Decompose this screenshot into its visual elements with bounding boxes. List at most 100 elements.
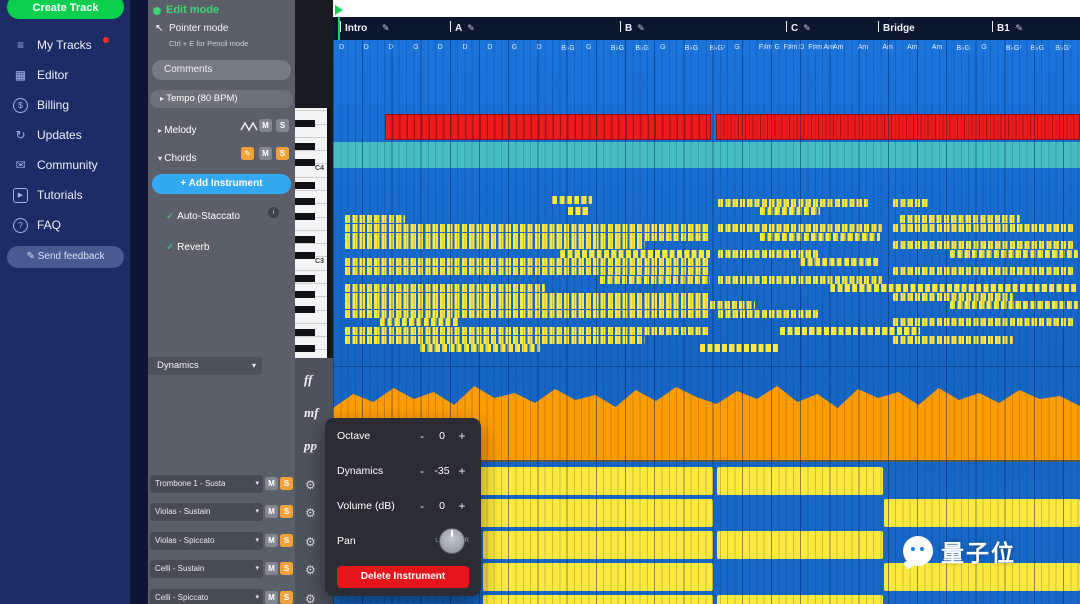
instrument-mute-button[interactable]: M — [265, 591, 278, 604]
note-strip[interactable] — [950, 301, 1078, 309]
note-strip[interactable] — [600, 276, 710, 284]
edit-section-icon[interactable]: ✎ — [382, 23, 390, 34]
sidebar-item-tutorials[interactable]: ▶ Tutorials — [0, 180, 130, 210]
note-strip[interactable] — [568, 207, 590, 215]
clip-yellow[interactable] — [483, 563, 713, 591]
send-feedback-button[interactable]: ✎ Send feedback — [7, 246, 124, 268]
note-strip[interactable] — [893, 199, 929, 207]
volume-decrease-button[interactable]: - — [415, 499, 429, 513]
note-strip[interactable] — [345, 258, 710, 266]
section-label[interactable]: Bridge — [883, 23, 915, 34]
note-strip[interactable] — [893, 336, 1013, 344]
auto-staccato-row[interactable]: ✓ Auto-Staccato — [166, 206, 240, 224]
note-strip[interactable] — [345, 267, 710, 275]
note-strip[interactable] — [345, 301, 755, 309]
note-strip[interactable] — [760, 233, 880, 241]
instrument-solo-button[interactable]: S — [280, 505, 293, 518]
timeline-ruler[interactable]: Intro ✎ A ✎ B ✎ C ✎ Bridge B1 ✎ — [333, 17, 1080, 40]
edit-section-icon[interactable]: ✎ — [467, 23, 475, 34]
note-strip[interactable] — [830, 284, 1078, 292]
delete-instrument-button[interactable]: Delete Instrument — [337, 566, 469, 588]
note-strip[interactable] — [345, 233, 710, 241]
reverb-row[interactable]: ✓ Reverb — [166, 237, 209, 255]
instrument-mute-button[interactable]: M — [265, 477, 278, 490]
clip-yellow[interactable] — [717, 595, 883, 604]
instrument-selector[interactable]: Celli - Sustain ▾ — [150, 560, 263, 578]
dynamics-dropdown[interactable]: Dynamics ▾ — [148, 357, 262, 375]
edit-section-icon[interactable]: ✎ — [803, 23, 811, 34]
instrument-mute-button[interactable]: M — [265, 505, 278, 518]
note-strip[interactable] — [345, 310, 710, 318]
comments-button[interactable]: Comments — [152, 60, 291, 80]
sidebar-item-billing[interactable]: $ Billing — [0, 90, 130, 120]
note-strip[interactable] — [760, 207, 820, 215]
chords-mute-button[interactable]: M — [259, 147, 272, 160]
chords-track-row[interactable]: ▾ Chords — [158, 148, 197, 166]
note-strip[interactable] — [718, 224, 882, 232]
melody-solo-button[interactable]: S — [276, 119, 289, 132]
clip-yellow[interactable] — [884, 499, 1080, 527]
instrument-solo-button[interactable]: S — [280, 591, 293, 604]
chords-solo-button[interactable]: S — [276, 147, 289, 160]
instrument-settings-icon[interactable]: ⚙ — [305, 535, 316, 549]
note-strip[interactable] — [420, 344, 540, 352]
instrument-selector[interactable]: Trombone 1 - Susta ▾ — [150, 475, 263, 493]
playhead-marker-icon[interactable] — [335, 5, 343, 15]
volume-increase-button[interactable]: + — [455, 499, 469, 513]
note-strip[interactable] — [560, 250, 710, 258]
marker-clip[interactable] — [385, 114, 711, 140]
section-label[interactable]: A — [455, 23, 462, 34]
note-strip[interactable] — [893, 241, 1073, 249]
section-label[interactable]: Intro — [345, 23, 367, 34]
note-strip[interactable] — [893, 318, 1073, 326]
sidebar-item-my-tracks[interactable]: ≡ My Tracks — [0, 30, 130, 60]
note-strip[interactable] — [345, 224, 710, 232]
instrument-settings-icon[interactable]: ⚙ — [305, 563, 316, 577]
pan-knob[interactable] — [438, 528, 465, 554]
note-strip[interactable] — [950, 250, 1078, 258]
piano-keyboard[interactable]: C4 C3 — [295, 108, 330, 358]
instrument-selector[interactable]: Violas - Sustain ▾ — [150, 503, 263, 521]
clip-yellow[interactable] — [483, 595, 713, 604]
note-strip[interactable] — [800, 258, 880, 266]
section-label[interactable]: B1 — [997, 23, 1010, 34]
instrument-settings-icon[interactable]: ⚙ — [305, 506, 316, 520]
edit-section-icon[interactable]: ✎ — [1015, 23, 1023, 34]
create-track-button[interactable]: Create Track — [7, 0, 124, 19]
section-label[interactable]: B — [625, 23, 632, 34]
instrument-solo-button[interactable]: S — [280, 534, 293, 547]
clip-yellow[interactable] — [717, 531, 883, 559]
chords-pencil-button[interactable]: ✎ — [241, 147, 254, 160]
tempo-button[interactable]: ▸ Tempo (80 BPM) — [150, 90, 293, 108]
instrument-solo-button[interactable]: S — [280, 562, 293, 575]
instrument-settings-icon[interactable]: ⚙ — [305, 478, 316, 492]
add-instrument-button[interactable]: + Add Instrument — [152, 174, 291, 194]
clip-yellow[interactable] — [483, 531, 713, 559]
note-strip[interactable] — [780, 327, 920, 335]
note-strip[interactable] — [893, 224, 1073, 232]
note-strip[interactable] — [718, 199, 868, 207]
note-strip[interactable] — [345, 293, 710, 301]
sidebar-item-updates[interactable]: ↻ Updates — [0, 120, 130, 150]
octave-decrease-button[interactable]: - — [415, 429, 429, 443]
instrument-selector[interactable]: Violas - Spiccato ▾ — [150, 532, 263, 550]
note-strip[interactable] — [893, 267, 1073, 275]
instrument-settings-icon[interactable]: ⚙ — [305, 592, 316, 604]
instrument-mute-button[interactable]: M — [265, 562, 278, 575]
sidebar-item-editor[interactable]: ▦ Editor — [0, 60, 130, 90]
melody-track-row[interactable]: ▸ Melody — [158, 120, 197, 138]
dynamics-decrease-button[interactable]: - — [415, 464, 429, 478]
edit-section-icon[interactable]: ✎ — [637, 23, 645, 34]
instrument-solo-button[interactable]: S — [280, 477, 293, 490]
instrument-mute-button[interactable]: M — [265, 534, 278, 547]
instrument-selector[interactable]: Celli - Spiccato ▾ — [150, 589, 263, 604]
note-strip[interactable] — [718, 310, 818, 318]
clip-yellow[interactable] — [717, 467, 883, 495]
section-label[interactable]: C — [791, 23, 798, 34]
note-strip[interactable] — [900, 215, 1020, 223]
dynamics-increase-button[interactable]: + — [455, 464, 469, 478]
sidebar-item-faq[interactable]: ? FAQ — [0, 210, 130, 240]
melody-mute-button[interactable]: M — [259, 119, 272, 132]
note-strip[interactable] — [345, 284, 545, 292]
note-strip[interactable] — [345, 336, 645, 344]
